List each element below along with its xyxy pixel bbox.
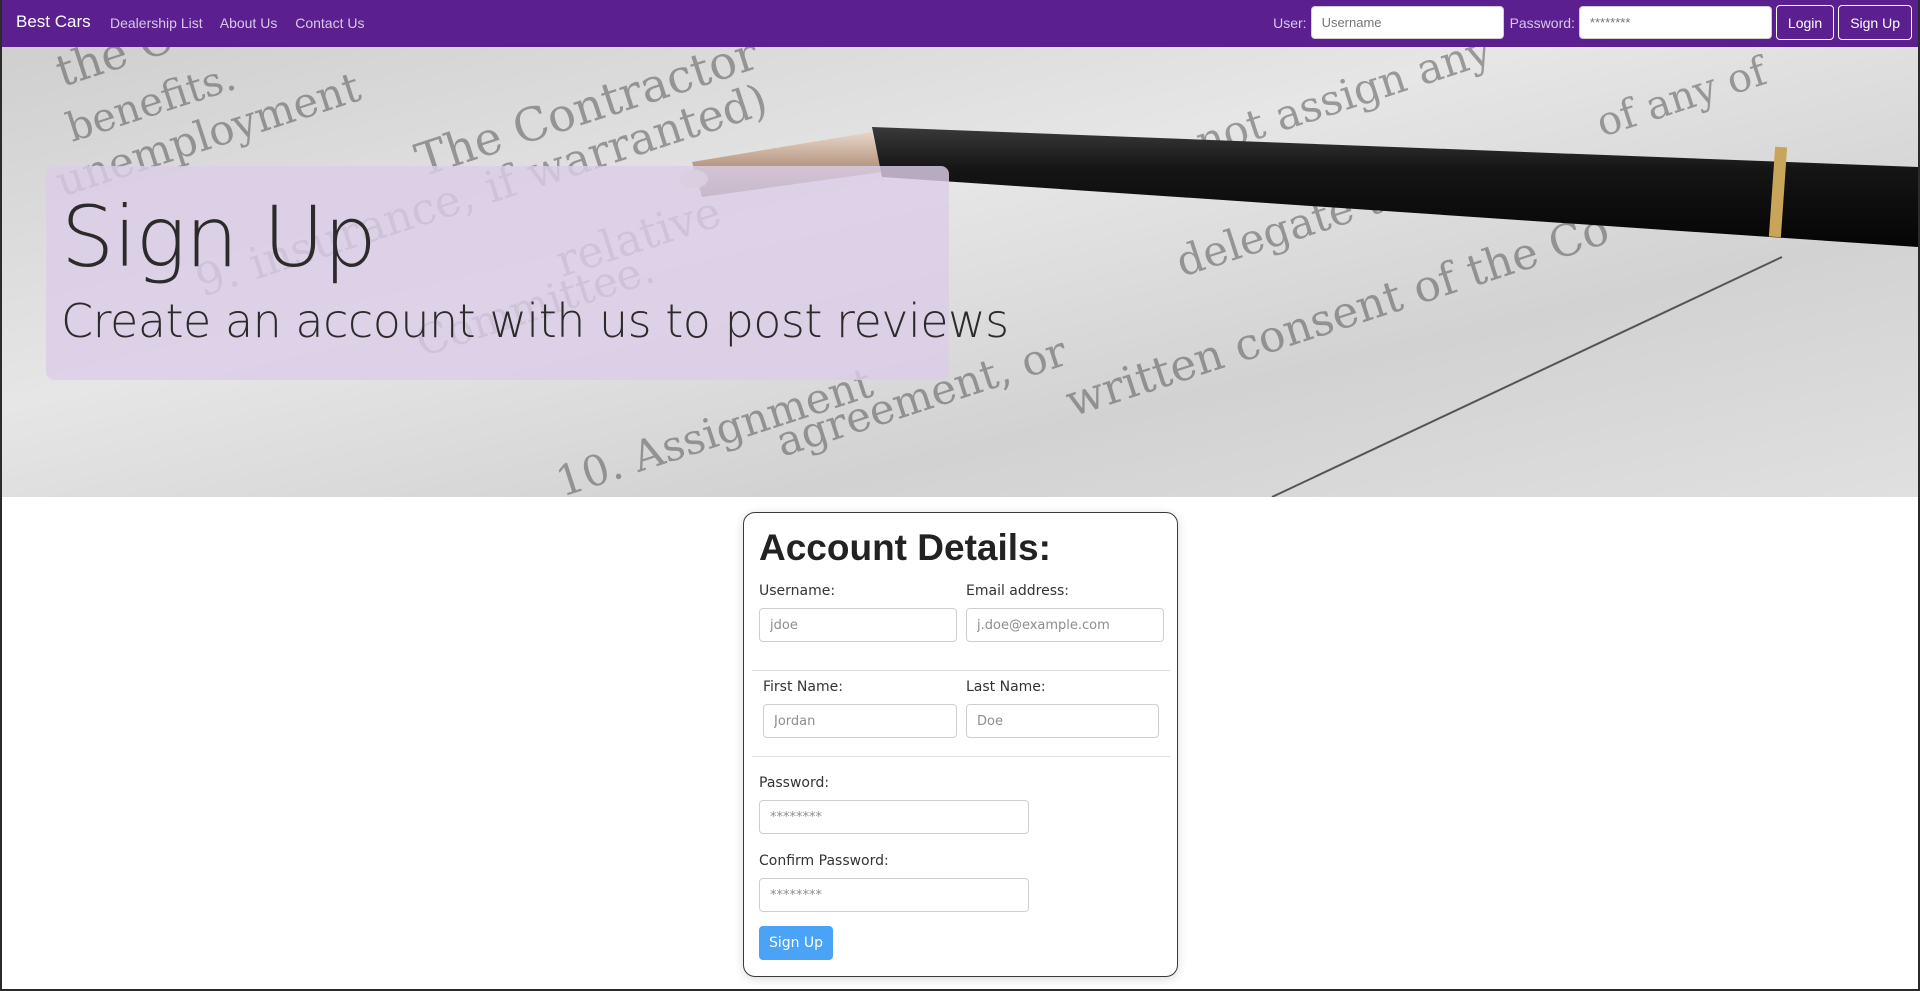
hero-card: Sign Up Create an account with us to pos… xyxy=(46,166,1009,380)
signup-form-card: Account Details: Username: Email address… xyxy=(743,512,1178,977)
hero-subtitle: Create an account with us to post review… xyxy=(61,294,1009,348)
hero-title: Sign Up xyxy=(61,188,377,286)
user-label: User: xyxy=(1273,14,1307,31)
section-divider xyxy=(752,670,1170,671)
navbar-password-input[interactable] xyxy=(1578,6,1772,39)
navbar-signup-button[interactable]: Sign Up xyxy=(1838,5,1912,40)
username-label: Username: xyxy=(759,583,836,599)
brand-link[interactable]: Best Cars xyxy=(16,12,91,32)
username-input[interactable] xyxy=(759,608,957,642)
nav-links: Dealership List About Us Contact Us xyxy=(110,15,378,31)
nav-link-dealership-list[interactable]: Dealership List xyxy=(110,15,203,31)
confirm-password-input[interactable] xyxy=(759,878,1029,912)
email-input[interactable] xyxy=(966,608,1164,642)
navbar-username-input[interactable] xyxy=(1310,6,1504,39)
login-button[interactable]: Login xyxy=(1775,5,1835,40)
section-divider xyxy=(752,756,1170,757)
password-input[interactable] xyxy=(759,800,1029,834)
hero-banner: the C benefits. unemployment The Contrac… xyxy=(2,47,1918,497)
confirm-password-label: Confirm Password: xyxy=(759,853,889,869)
first-name-label: First Name: xyxy=(763,679,843,695)
password-label: Password: xyxy=(1509,14,1575,31)
first-name-input[interactable] xyxy=(763,704,957,738)
login-area: User: Password: Login Sign Up xyxy=(1273,5,1912,40)
last-name-label: Last Name: xyxy=(966,679,1046,695)
nav-link-about-us[interactable]: About Us xyxy=(220,15,278,31)
last-name-input[interactable] xyxy=(966,704,1159,738)
email-label: Email address: xyxy=(966,583,1070,599)
form-heading: Account Details: xyxy=(759,527,1051,568)
signup-submit-button[interactable]: Sign Up xyxy=(759,926,833,960)
top-navbar: Best Cars Dealership List About Us Conta… xyxy=(0,0,1920,47)
nav-link-contact-us[interactable]: Contact Us xyxy=(295,15,364,31)
password-label: Password: xyxy=(759,775,830,791)
